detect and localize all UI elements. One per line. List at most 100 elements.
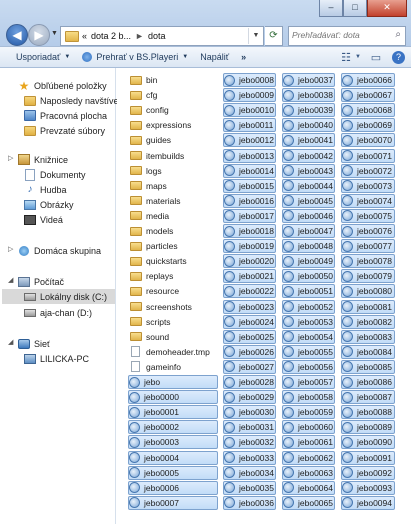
expand-homegroup-icon[interactable]: ▷ <box>8 245 13 253</box>
file-item[interactable]: jebo0040 <box>282 118 335 133</box>
file-item[interactable]: jebo0060 <box>282 420 335 435</box>
file-item[interactable]: jebo0021 <box>223 269 276 284</box>
folder-item[interactable]: resource <box>130 284 179 298</box>
recent-pages-dropdown[interactable]: ▼ <box>51 30 58 37</box>
file-item[interactable]: jebo0015 <box>223 178 276 193</box>
folder-item[interactable]: particles <box>130 239 178 253</box>
file-item[interactable]: jebo0073 <box>341 178 395 193</box>
file-item[interactable]: jebo0087 <box>341 390 395 405</box>
file-item[interactable]: jebo0045 <box>282 193 335 208</box>
file-item[interactable]: jebo0070 <box>341 133 395 148</box>
folder-item[interactable]: screenshots <box>130 300 192 314</box>
breadcrumb-current[interactable]: dota <box>148 31 166 41</box>
file-item[interactable]: jebo0085 <box>341 359 395 374</box>
file-item[interactable]: jebo0013 <box>223 148 276 163</box>
file-item[interactable]: gameinfo <box>130 360 181 374</box>
file-item[interactable]: jebo0025 <box>223 329 276 344</box>
file-item[interactable]: jebo0077 <box>341 239 395 254</box>
close-button[interactable]: ✕ <box>367 0 407 17</box>
file-item[interactable]: jebo0066 <box>341 73 395 87</box>
file-item[interactable]: jebo0090 <box>341 435 395 450</box>
file-item[interactable]: jebo0072 <box>341 163 395 178</box>
play-button[interactable]: Prehrať v BS.Playeri ▼ <box>76 47 194 67</box>
nav-second-disk[interactable]: aja-chan (D:) <box>24 305 92 320</box>
folder-item[interactable]: logs <box>130 164 162 178</box>
nav-network[interactable]: Sieť <box>18 336 50 351</box>
file-item[interactable]: jebo0094 <box>341 495 395 510</box>
file-item[interactable]: jebo0020 <box>223 254 276 269</box>
file-item[interactable]: jebo0018 <box>223 224 276 238</box>
burn-button[interactable]: Napáliť <box>194 47 235 67</box>
file-item[interactable]: jebo0081 <box>341 299 395 314</box>
file-item[interactable]: jebo0065 <box>282 495 335 510</box>
nav-videos[interactable]: Videá <box>24 212 63 227</box>
file-item[interactable]: jebo0007 <box>128 495 218 510</box>
nav-desktop[interactable]: Pracovná plocha <box>24 108 107 123</box>
file-item[interactable]: jebo0034 <box>223 465 276 480</box>
folder-item[interactable]: cfg <box>130 88 157 102</box>
file-item[interactable]: jebo0058 <box>282 390 335 405</box>
file-item[interactable]: jebo0067 <box>341 88 395 103</box>
address-bar[interactable]: « dota 2 b... ► dota ▼ <box>60 26 264 46</box>
file-item[interactable]: jebo0019 <box>223 239 276 254</box>
file-item[interactable]: jebo0051 <box>282 284 335 299</box>
file-item[interactable]: jebo0009 <box>223 88 276 103</box>
collapse-computer-icon[interactable]: ◢ <box>8 276 13 284</box>
file-item[interactable]: jebo0044 <box>282 178 335 193</box>
folder-item[interactable]: sound <box>130 330 169 344</box>
file-item[interactable]: jebo0050 <box>282 269 335 284</box>
file-item[interactable]: jebo0075 <box>341 208 395 223</box>
file-item[interactable]: jebo0052 <box>282 299 335 314</box>
file-item[interactable]: jebo0080 <box>341 284 395 299</box>
file-item[interactable]: jebo0022 <box>223 284 276 299</box>
file-item[interactable]: jebo0089 <box>341 420 395 435</box>
file-item[interactable]: jebo0047 <box>282 224 335 238</box>
file-item[interactable]: jebo0042 <box>282 148 335 163</box>
file-item[interactable]: jebo0006 <box>128 480 218 495</box>
file-item[interactable]: jebo0037 <box>282 73 335 87</box>
organize-menu[interactable]: Usporiadať ▼ <box>10 47 76 67</box>
view-options-chevron-icon[interactable]: ▼ <box>354 49 362 65</box>
file-item[interactable]: jebo0059 <box>282 405 335 420</box>
file-item[interactable]: jebo0063 <box>282 465 335 480</box>
file-item[interactable]: jebo0076 <box>341 224 395 238</box>
folder-item[interactable]: bin <box>130 73 157 87</box>
file-item[interactable]: jebo0046 <box>282 208 335 223</box>
file-item[interactable]: jebo0027 <box>223 359 276 374</box>
nav-local-disk[interactable]: Lokálny disk (C:) <box>2 289 115 304</box>
file-item[interactable]: jebo0053 <box>282 314 335 329</box>
help-icon[interactable]: ? <box>392 50 405 64</box>
file-item[interactable]: jebo0008 <box>223 73 276 87</box>
file-item[interactable]: jebo0084 <box>341 344 395 359</box>
more-commands-button[interactable]: » <box>235 47 252 67</box>
file-item[interactable]: jebo0041 <box>282 133 335 148</box>
file-item[interactable]: jebo0078 <box>341 254 395 269</box>
folder-item[interactable]: guides <box>130 133 171 147</box>
file-item[interactable]: jebo0035 <box>223 480 276 495</box>
file-item[interactable]: jebo0082 <box>341 314 395 329</box>
file-item[interactable]: jebo0071 <box>341 148 395 163</box>
file-item[interactable]: jebo0029 <box>223 390 276 405</box>
change-view-icon[interactable]: ☷ <box>338 49 354 65</box>
file-item[interactable]: jebo0055 <box>282 344 335 359</box>
folder-item[interactable]: itembuilds <box>130 149 184 163</box>
file-item[interactable]: jebo0068 <box>341 103 395 118</box>
file-item[interactable]: jebo0036 <box>223 495 276 510</box>
file-item[interactable]: jebo0064 <box>282 480 335 495</box>
file-item[interactable]: jebo0028 <box>223 375 276 389</box>
folder-item[interactable]: maps <box>130 179 167 193</box>
nav-computer[interactable]: Počítač <box>18 274 64 289</box>
file-item[interactable]: jebo0004 <box>128 450 218 465</box>
collapse-network-icon[interactable]: ◢ <box>8 338 13 346</box>
file-item[interactable]: jebo0031 <box>223 420 276 435</box>
folder-item[interactable]: materials <box>130 194 180 208</box>
file-item[interactable]: jebo0001 <box>128 405 218 420</box>
nav-downloads[interactable]: Prevzaté súbory <box>24 123 105 138</box>
file-item[interactable]: jebo0012 <box>223 133 276 148</box>
file-item[interactable]: jebo0057 <box>282 375 335 389</box>
file-item[interactable]: jebo0026 <box>223 344 276 359</box>
nav-pictures[interactable]: Obrázky <box>24 197 74 212</box>
refresh-button[interactable]: ⟳ <box>265 26 283 46</box>
back-button[interactable]: ◀ <box>6 24 28 46</box>
file-item[interactable]: jebo0003 <box>128 435 218 450</box>
